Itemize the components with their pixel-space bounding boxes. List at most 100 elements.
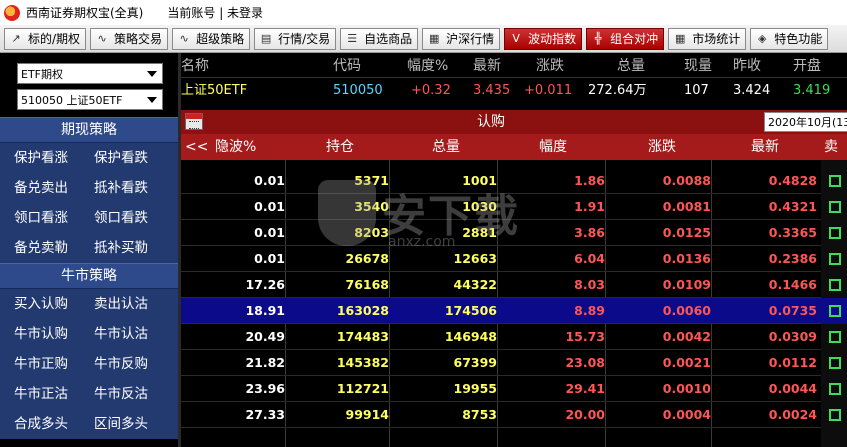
toolbar-button-9[interactable]: ◈ 特色功能: [750, 27, 829, 50]
toolbar-button-7[interactable]: ╬ 组合对冲: [586, 27, 665, 50]
account-status[interactable]: 当前账号 | 未登录: [167, 4, 263, 21]
sell-checkbox[interactable]: [829, 279, 841, 291]
option-type-select[interactable]: ETF期权: [17, 63, 163, 84]
strategy-item[interactable]: 保护看跌: [94, 143, 174, 173]
table-header-cell: 幅度: [539, 139, 567, 155]
sell-checkbox[interactable]: [829, 227, 841, 239]
table-row[interactable]: 17.26 76168 44322 8.03 0.0109 0.1466: [181, 272, 847, 298]
strategy-item[interactable]: 牛市正沽: [14, 379, 94, 409]
cell-iv: 17.26: [245, 277, 285, 292]
title-bar: 西南证券期权宝(全真) 当前账号 | 未登录: [0, 0, 847, 25]
toolbar-button-8[interactable]: ▦ 市场统计: [668, 27, 747, 50]
table-row[interactable]: 21.82 145382 67399 23.08 0.0021 0.0112: [181, 350, 847, 376]
sell-checkbox[interactable]: [829, 201, 841, 213]
toolbar-button-1[interactable]: ∿ 策略交易: [90, 27, 169, 50]
cube-icon: ◈: [757, 32, 767, 45]
cell-last: 0.0112: [768, 355, 817, 370]
cell-vol: 19955: [453, 381, 498, 396]
cell-last: 0.2386: [768, 251, 817, 266]
cell-chg: 0.0010: [662, 381, 711, 396]
app-logo-icon: [4, 4, 20, 21]
cell-chg: 0.0088: [662, 173, 711, 188]
strategy-category-header[interactable]: 期现策略: [0, 117, 178, 143]
cell-iv: 0.01: [254, 225, 285, 240]
table-row[interactable]: 20.49 174483 146948 15.73 0.0042 0.0309: [181, 324, 847, 350]
wave-icon: ∿: [179, 32, 189, 45]
cell-oi: 145382: [336, 355, 389, 370]
quote-header-cell: 幅度%: [407, 58, 449, 74]
strategy-item[interactable]: 牛市正购: [14, 349, 94, 379]
sell-checkbox[interactable]: [829, 331, 841, 343]
cell-pct: 15.73: [565, 329, 605, 344]
strategy-item[interactable]: 抵补看跌: [94, 173, 174, 203]
cell-pct: 8.03: [574, 277, 605, 292]
sell-checkbox[interactable]: [829, 175, 841, 187]
cell-chg: 0.0021: [662, 355, 711, 370]
cell-chg: 0.0081: [662, 199, 711, 214]
watermark: 安下载 anxz.com: [318, 178, 528, 258]
bar-chart-icon: ▦: [674, 32, 686, 45]
combo-icon: ╬: [594, 32, 602, 45]
option-table-title: 认购 2020年10月(13天): [181, 110, 847, 134]
cell-oi: 112721: [336, 381, 389, 396]
toolbar-button-4[interactable]: ☰ 自选商品: [340, 27, 419, 50]
sell-checkbox[interactable]: [829, 409, 841, 421]
table-header-cell: 持仓: [326, 139, 354, 155]
table-header-cell: 总量: [432, 139, 460, 155]
toolbar-button-0[interactable]: ↗ 标的/期权: [4, 27, 87, 50]
strategy-item[interactable]: 保护看涨: [14, 143, 94, 173]
quote-data-row[interactable]: 上证50ETF 510050 +0.32 3.435 +0.011 272.64…: [181, 80, 847, 102]
table-row[interactable]: 18.91 163028 174506 8.89 0.0060 0.0735: [181, 298, 847, 324]
strategy-item[interactable]: 买入认购: [14, 289, 94, 319]
strategy-item[interactable]: 牛市认沽: [94, 319, 174, 349]
toolbar-button-2[interactable]: ∿ 超级策略: [172, 27, 251, 50]
strategy-item[interactable]: 备兑卖出: [14, 173, 94, 203]
watermark-subtext: anxz.com: [388, 234, 456, 250]
quote-cur-vol: 107: [684, 83, 709, 98]
strategy-item[interactable]: 合成多头: [14, 409, 94, 439]
table-row[interactable]: 27.33 99914 8753 20.00 0.0004 0.0024: [181, 402, 847, 428]
cell-vol: 44322: [453, 277, 498, 292]
call-label: 认购: [477, 114, 505, 130]
strategy-item[interactable]: 抵补买勒: [94, 233, 174, 263]
strategy-item[interactable]: 卖出认沽: [94, 289, 174, 319]
strategy-item[interactable]: 牛市反沽: [94, 379, 174, 409]
main-toolbar: ↗ 标的/期权 ∿ 策略交易 ∿ 超级策略 ▤ 行情/交易 ☰ 自选商品 ▦ 沪深行情 V 波动指数 ╬ 组合…: [0, 25, 847, 53]
quote-header-cell: 涨跌: [536, 58, 564, 74]
collapse-toggle[interactable]: <<: [185, 134, 208, 160]
toolbar-button-label: 组合对冲: [610, 32, 659, 46]
sell-checkbox[interactable]: [829, 383, 841, 395]
sell-checkbox[interactable]: [829, 357, 841, 369]
cell-vol: 174506: [444, 303, 497, 318]
toolbar-button-6[interactable]: V 波动指数: [504, 27, 583, 50]
toolbar-button-5[interactable]: ▦ 沪深行情: [422, 27, 501, 50]
table-header-cell: 涨跌: [648, 139, 676, 155]
strategy-item[interactable]: 牛市认购: [14, 319, 94, 349]
cell-last: 0.1466: [768, 277, 817, 292]
table-row[interactable]: 23.96 112721 19955 29.41 0.0010 0.0044: [181, 376, 847, 402]
quote-header-cell: 最新: [473, 58, 501, 74]
strategy-category-header[interactable]: 牛市策略: [0, 263, 178, 289]
cell-last: 0.3365: [768, 225, 817, 240]
quote-separator: [181, 77, 847, 78]
underlying-select[interactable]: 510050 上证50ETF: [17, 89, 163, 110]
toolbar-button-3[interactable]: ▤ 行情/交易: [254, 27, 337, 50]
underlying-quote: 名称 代码 幅度% 最新 涨跌 总量 现量 昨收 开盘 上证50ETF 510050 +0.32…: [181, 53, 847, 109]
bar-chart-icon: ▦: [428, 32, 440, 45]
expiry-date-select[interactable]: 2020年10月(13天): [764, 112, 847, 132]
strategy-item[interactable]: 领口看涨: [14, 203, 94, 233]
toolbar-button-label: 策略交易: [114, 32, 163, 46]
cell-vol: 146948: [444, 329, 497, 344]
sell-checkbox[interactable]: [829, 305, 841, 317]
strategy-item[interactable]: 区间多头: [94, 409, 174, 439]
sell-checkbox[interactable]: [829, 253, 841, 265]
cell-iv: 20.49: [245, 329, 285, 344]
calendar-icon[interactable]: [185, 113, 203, 130]
quote-open: 3.419: [793, 83, 831, 98]
strategy-item[interactable]: 备兑卖勒: [14, 233, 94, 263]
strategy-item[interactable]: 牛市反购: [94, 349, 174, 379]
cell-last: 0.4828: [768, 173, 817, 188]
strategy-item[interactable]: 领口看跌: [94, 203, 174, 233]
toolbar-button-label: 市场统计: [692, 32, 741, 46]
cell-chg: 0.0042: [662, 329, 711, 344]
